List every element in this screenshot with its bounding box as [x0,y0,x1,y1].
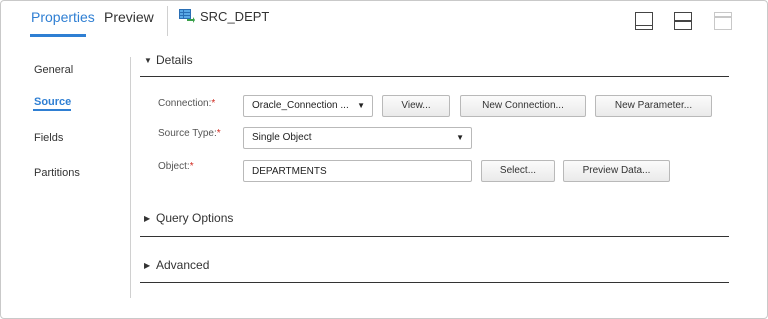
connection-label: Connection:* [158,98,215,109]
section-advanced-title: Advanced [156,258,210,272]
connection-select-value: Oracle_Connection ... [252,100,349,111]
object-label: Object:* [158,161,194,172]
source-type-select[interactable]: Single Object ▼ [243,127,472,149]
dropdown-arrow-icon: ▼ [357,101,365,110]
layout-top-panel-icon[interactable] [714,12,732,30]
select-object-button[interactable]: Select... [481,160,555,182]
preview-data-button[interactable]: Preview Data... [563,160,670,182]
connection-select[interactable]: Oracle_Connection ... ▼ [243,95,373,117]
caret-down-icon: ▼ [144,56,152,65]
tab-properties-underline [30,34,86,37]
nav-general[interactable]: General [34,64,73,76]
dropdown-arrow-icon: ▼ [456,133,464,142]
source-type-label-text: Source Type: [158,128,217,139]
details-divider [140,76,729,77]
properties-panel: Properties Preview SRC_DEPT General Sour… [0,0,768,319]
nav-source-underline [33,109,71,111]
source-name: SRC_DEPT [200,9,270,24]
source-type-label: Source Type:* [158,128,221,139]
connection-label-text: Connection: [158,98,212,109]
advanced-divider [140,282,729,283]
new-connection-button[interactable]: New Connection... [460,95,586,117]
source-table-icon [179,9,195,23]
tab-separator [167,6,168,36]
object-required-mark: * [189,161,194,172]
layout-split-panel-icon[interactable] [674,12,692,30]
layout-bottom-panel-icon[interactable] [635,12,653,30]
section-advanced-header[interactable]: ▶ Advanced [144,258,209,272]
nav-divider [130,57,131,298]
section-query-options-title: Query Options [156,211,234,225]
connection-required-mark: * [211,98,216,109]
caret-right-icon: ▶ [144,261,151,270]
new-parameter-button[interactable]: New Parameter... [595,95,712,117]
nav-source[interactable]: Source [34,96,71,108]
tab-properties[interactable]: Properties [31,9,95,25]
nav-partitions[interactable]: Partitions [34,167,80,179]
section-details-header[interactable]: ▼ Details [144,53,193,67]
nav-fields[interactable]: Fields [34,132,63,144]
section-query-options-header[interactable]: ▶ Query Options [144,211,233,225]
source-type-required-mark: * [216,128,221,139]
view-button[interactable]: View... [382,95,450,117]
tab-preview[interactable]: Preview [104,9,154,25]
object-label-text: Object: [158,161,190,172]
caret-right-icon: ▶ [144,214,151,223]
source-type-select-value: Single Object [252,132,312,143]
query-options-divider [140,236,729,237]
object-field[interactable]: DEPARTMENTS [243,160,472,182]
section-details-title: Details [156,53,193,67]
